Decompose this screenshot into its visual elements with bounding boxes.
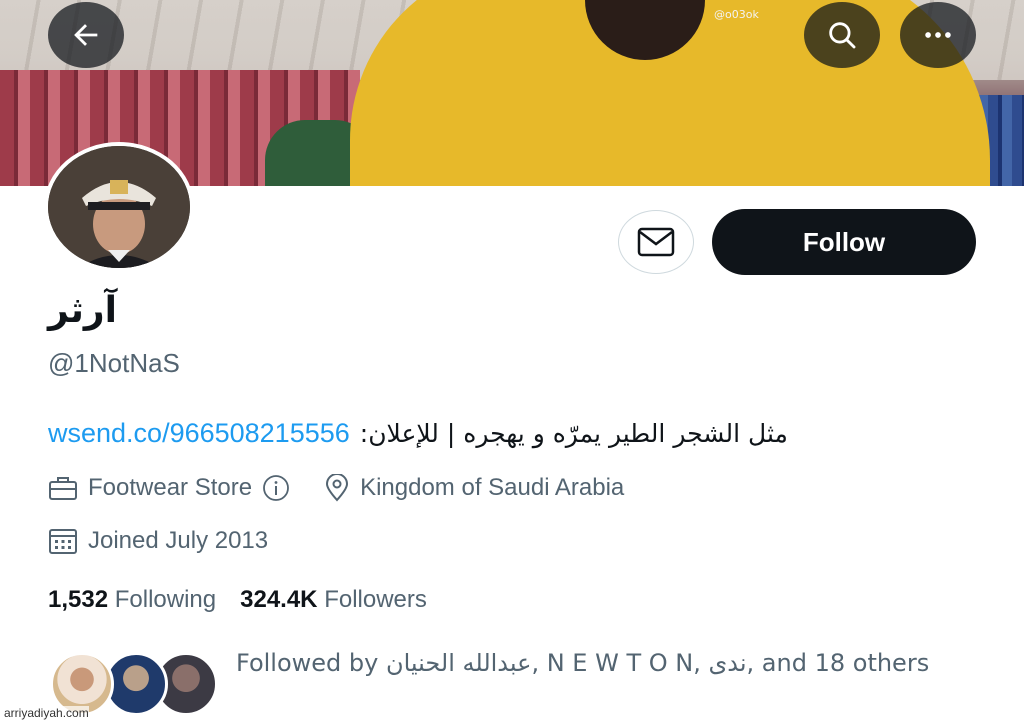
- search-icon: [829, 22, 856, 49]
- back-button[interactable]: [48, 2, 124, 68]
- profile-joined: Joined July 2013: [48, 527, 268, 555]
- profile-avatar[interactable]: [44, 142, 194, 272]
- following-label: Following: [114, 586, 217, 613]
- followed-by-text[interactable]: Followed by عبدالله الحنيان, N E W T O N…: [236, 644, 956, 683]
- bio-link[interactable]: wsend.co/966508215556: [48, 418, 350, 449]
- location-label: Kingdom of Saudi Arabia: [360, 474, 625, 501]
- display-name: آرثر: [48, 290, 117, 331]
- briefcase-icon: [49, 477, 77, 500]
- envelope-icon: [637, 227, 675, 257]
- avatar-image: [48, 146, 190, 268]
- profile-joined-row: Joined July 2013: [48, 527, 268, 555]
- followers-count: 324.4K: [240, 586, 318, 613]
- arrow-left-icon: [74, 24, 98, 46]
- following-stat[interactable]: 1,532 Following: [48, 586, 216, 614]
- message-button[interactable]: [618, 210, 694, 274]
- joined-label: Joined July 2013: [88, 527, 269, 554]
- follow-button[interactable]: Follow: [712, 209, 976, 275]
- location-pin-icon: [326, 474, 349, 502]
- following-count: 1,532: [48, 586, 109, 613]
- profile-meta-row: Footwear Store Kingdom of Saudi Arabia: [48, 474, 624, 502]
- profile-category: Footwear Store: [48, 474, 290, 502]
- user-handle: @1NotNaS: [48, 348, 180, 378]
- followers-stat[interactable]: 324.4K Followers: [240, 586, 427, 614]
- calendar-icon: [49, 529, 77, 554]
- profile-bio: wsend.co/966508215556 مثل الشجر الطير يم…: [48, 418, 968, 449]
- info-icon[interactable]: [262, 474, 290, 502]
- profile-location: Kingdom of Saudi Arabia: [324, 474, 624, 502]
- category-label: Footwear Store: [88, 474, 253, 501]
- site-watermark: arriyadiyah.com: [4, 706, 89, 720]
- banner-watermark: @o03ok: [714, 8, 759, 21]
- more-horizontal-icon: [925, 32, 951, 38]
- follow-stats: 1,532 Following 324.4K Followers: [48, 586, 427, 614]
- followers-label: Followers: [324, 586, 427, 613]
- bio-text: مثل الشجر الطير يمرّه و يهجره | للإعلان:: [359, 419, 788, 448]
- more-options-button[interactable]: [900, 2, 976, 68]
- search-button[interactable]: [804, 2, 880, 68]
